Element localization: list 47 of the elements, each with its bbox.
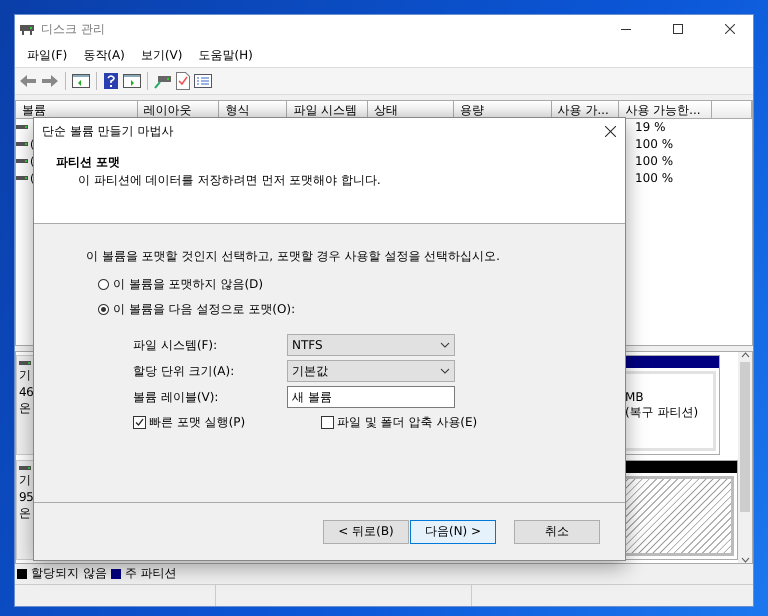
dialog-button[interactable]: 취소: [514, 520, 600, 544]
checkbox-option[interactable]: 빠른 포맷 실행(P): [133, 414, 279, 430]
input-field[interactable]: 새 볼륨: [287, 386, 455, 408]
field-label: 할당 단위 크기(A):: [133, 362, 236, 380]
menu-item[interactable]: 보기(V): [132, 46, 190, 64]
column-header[interactable]: 파일 시스템: [287, 100, 368, 119]
disk-label-text: 46: [19, 384, 34, 399]
column-header[interactable]: 상태: [368, 100, 454, 119]
table-cell: 100 %: [635, 154, 674, 168]
table-cell: 100 %: [635, 171, 674, 186]
radio-option[interactable]: 이 볼륨을 다음 설정으로 포맷(O):: [98, 297, 625, 322]
column-header[interactable]: 레이아웃: [138, 100, 220, 119]
dialog-title: 단순 볼륨 만들기 마법사: [42, 122, 174, 140]
table-cell: (: [30, 138, 34, 152]
disk-label-text: 온: [19, 504, 32, 522]
disk-label-text: 95: [19, 490, 34, 504]
table-cell: (: [30, 172, 34, 186]
table-cell: (: [30, 155, 34, 168]
table-cell: 19 %: [635, 120, 666, 134]
partition-text: MB: [625, 390, 645, 404]
dialog-button[interactable]: 다음(N) >: [410, 520, 496, 544]
column-header[interactable]: 사용 가능한...: [619, 100, 712, 119]
checkbox-option[interactable]: 파일 및 폴더 압축 사용(E): [321, 414, 478, 430]
section-heading: 파티션 포맷: [56, 154, 122, 171]
table-cell: 100 %: [635, 137, 674, 152]
disk-label-text: 온: [19, 400, 32, 417]
field-label: 볼륨 레이블(V):: [133, 388, 220, 406]
column-header[interactable]: 형식: [219, 100, 288, 119]
window-title: 디스크 관리: [41, 20, 106, 38]
disk-label-text: 기: [19, 366, 32, 384]
menu-item[interactable]: 동작(A): [75, 46, 133, 64]
partition-text: (복구 파티션): [625, 404, 700, 421]
radio-option[interactable]: 이 볼륨을 포맷하지 않음(D): [98, 272, 625, 297]
instruction-text: 이 볼륨을 포맷할 것인지 선택하고, 포맷할 경우 사용할 설정을 선택하십시오.: [86, 248, 501, 265]
column-header[interactable]: 사용 가...: [552, 100, 620, 119]
dropdown[interactable]: NTFS: [287, 334, 455, 356]
disk-label-text: 기: [19, 472, 32, 489]
dropdown[interactable]: 기본값: [287, 360, 455, 382]
legend-label: 할당되지 않음: [31, 565, 107, 582]
section-subheading: 이 파티션에 데이터를 저장하려면 먼저 포맷해야 합니다.: [77, 172, 382, 189]
column-header[interactable]: 용량: [454, 100, 552, 119]
legend-label: 주 파티션: [124, 565, 177, 582]
dialog-button[interactable]: < 뒤로(B): [323, 520, 409, 544]
field-label: 파일 시스템(F):: [133, 336, 218, 354]
column-header[interactable]: 볼륨: [16, 100, 138, 119]
menu-item[interactable]: 도움말(H): [190, 46, 261, 64]
menu-item[interactable]: 파일(F): [19, 46, 76, 64]
